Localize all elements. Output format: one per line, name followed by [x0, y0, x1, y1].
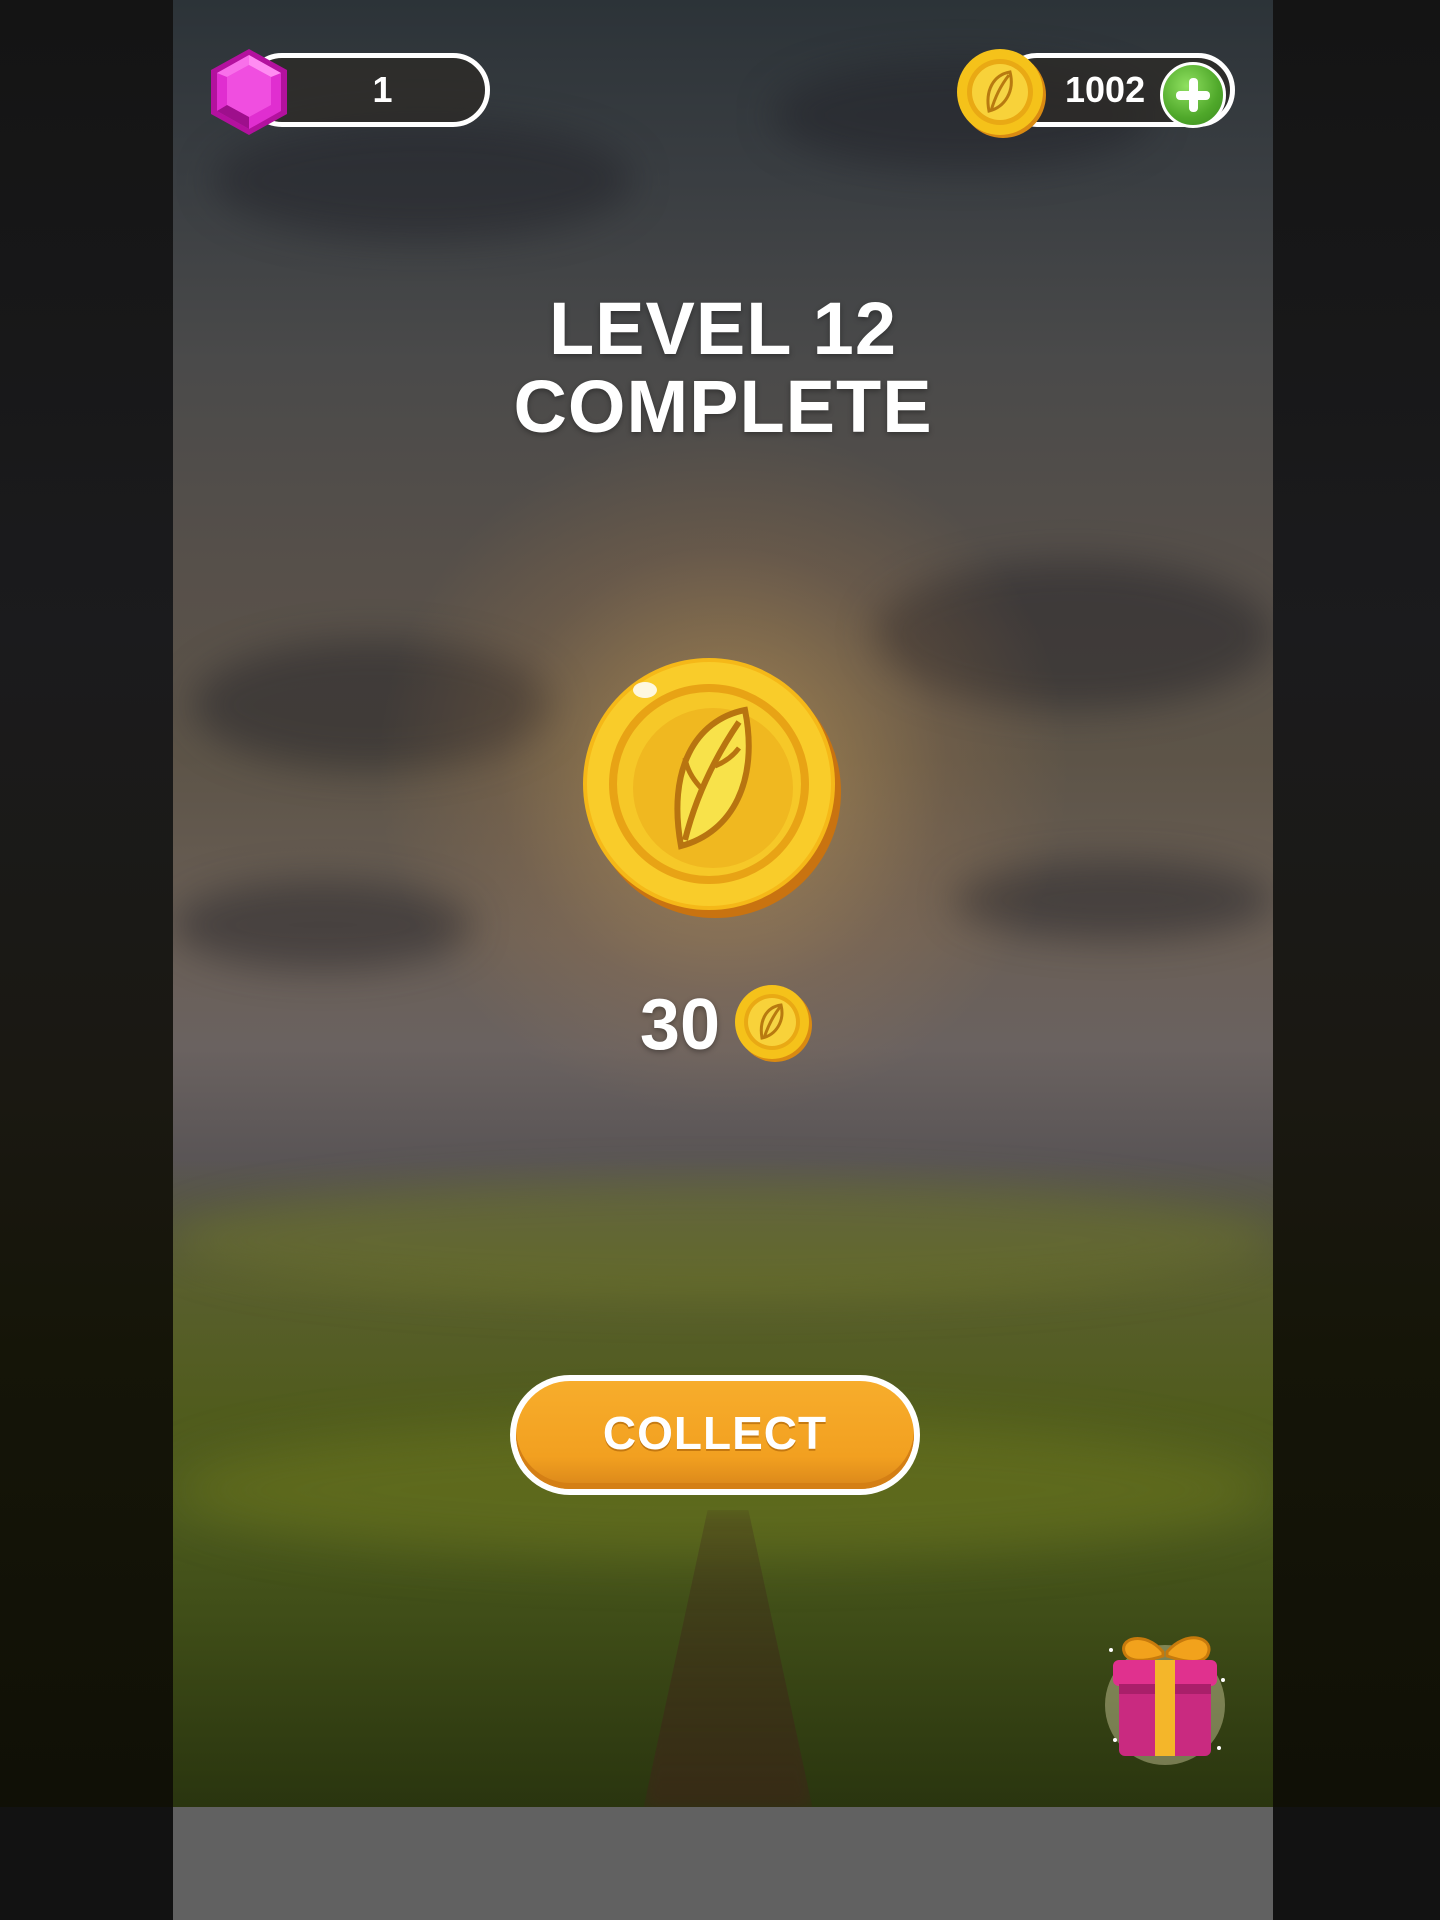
left-backdrop: [0, 0, 173, 1807]
gem-icon: [208, 47, 290, 137]
bottom-panel: [173, 1807, 1273, 1920]
coin-icon: [733, 983, 813, 1063]
right-backdrop: [1267, 0, 1440, 1807]
reward-coin-icon: [575, 650, 845, 920]
reward-amount: 30: [639, 985, 720, 1065]
level-complete-title: LEVEL 12 COMPLETE: [173, 290, 1273, 446]
title-line-complete: COMPLETE: [513, 365, 933, 448]
coin-icon: [955, 47, 1047, 139]
title-line-level: LEVEL 12: [548, 287, 897, 370]
gift-icon[interactable]: [1095, 1620, 1235, 1770]
game-screen: 1 1002 LEVEL 12 COMPLETE 30 COLLECT: [0, 0, 1440, 1920]
coins-value: 1002: [1065, 69, 1146, 110]
collect-button[interactable]: COLLECT: [510, 1375, 920, 1495]
collect-button-label: COLLECT: [516, 1381, 914, 1489]
add-coins-button[interactable]: [1160, 62, 1226, 128]
